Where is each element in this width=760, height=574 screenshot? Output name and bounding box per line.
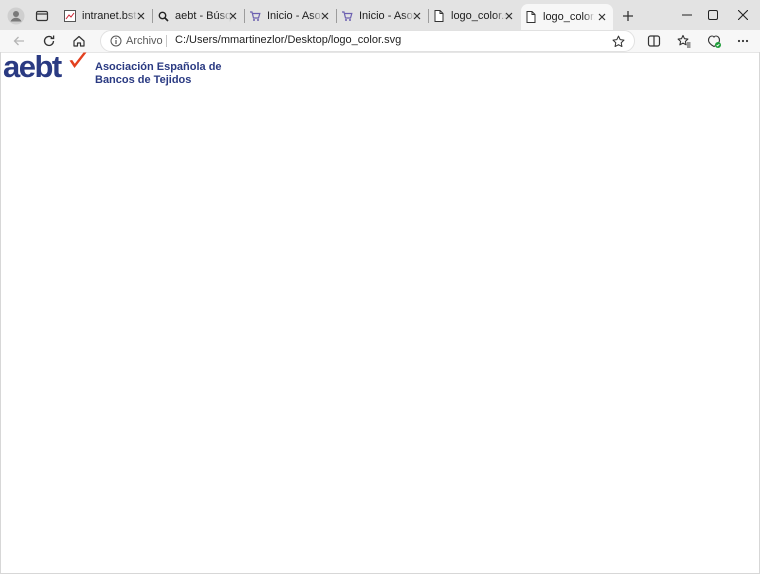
cart-favicon-icon (341, 10, 353, 22)
aebt-logo: aebt Asociación Española de Bancos de Te… (2, 49, 222, 88)
page-content: aebt Asociación Española de Bancos de Te… (0, 49, 760, 574)
new-tab-button[interactable] (619, 6, 637, 26)
tab[interactable]: intranet.bsta.local (60, 6, 152, 26)
organization-name-line2: Bancos de Tejidos (95, 74, 192, 86)
tab[interactable]: Inicio - Asociación (245, 6, 336, 26)
tab-title: logo_color.svg (451, 10, 507, 22)
close-icon[interactable] (410, 9, 424, 23)
tab-title: intranet.bsta.local (82, 10, 138, 22)
organization-name: Asociación Española de Bancos de Tejidos (95, 61, 222, 87)
tab[interactable]: aebt - Búsqueda (153, 6, 244, 26)
close-icon[interactable] (502, 9, 516, 23)
browser-essentials-icon[interactable] (703, 30, 725, 52)
close-icon[interactable] (318, 9, 332, 23)
more-options-icon[interactable] (732, 30, 754, 52)
scheme-label: Archivo (126, 35, 163, 47)
logo-checkmark-icon (69, 52, 87, 68)
close-icon[interactable] (134, 9, 148, 23)
home-button[interactable] (68, 30, 90, 52)
search-icon (157, 10, 169, 22)
tab-title: logo_color.svg (543, 11, 595, 23)
close-icon[interactable] (595, 10, 609, 24)
navigation-toolbar: Archivo C:/Users/mmartinezlor/Desktop/lo… (0, 30, 760, 52)
address-bar[interactable]: Archivo C:/Users/mmartinezlor/Desktop/lo… (100, 30, 635, 52)
cart-favicon-icon (249, 10, 261, 22)
tab-active[interactable]: logo_color.svg (521, 4, 613, 30)
favorites-icon[interactable] (673, 30, 695, 52)
tab-actions-icon[interactable] (32, 6, 52, 26)
close-icon[interactable] (226, 9, 240, 23)
tab-title: aebt - Búsqueda (175, 10, 231, 22)
logo-wordmark: aebt (3, 49, 62, 84)
split-screen-icon[interactable] (643, 30, 665, 52)
tab-title: Inicio - Asociación (359, 10, 415, 22)
info-icon[interactable] (110, 35, 122, 47)
tab-title: Inicio - Asociación (267, 10, 323, 22)
tab[interactable]: Inicio - Asociación (337, 6, 428, 26)
file-icon (433, 10, 445, 22)
file-icon (525, 11, 537, 23)
title-bar: intranet.bsta.local aebt - Búsqueda Inic… (0, 0, 760, 30)
close-window-button[interactable] (720, 4, 760, 26)
url-text[interactable]: C:/Users/mmartinezlor/Desktop/logo_color… (175, 34, 401, 46)
profile-icon[interactable] (6, 6, 26, 26)
favorite-star-icon[interactable] (610, 33, 626, 49)
organization-name-line1: Asociación Española de (95, 61, 222, 73)
image-favicon-icon (64, 10, 76, 22)
tab[interactable]: logo_color.svg (429, 6, 520, 26)
